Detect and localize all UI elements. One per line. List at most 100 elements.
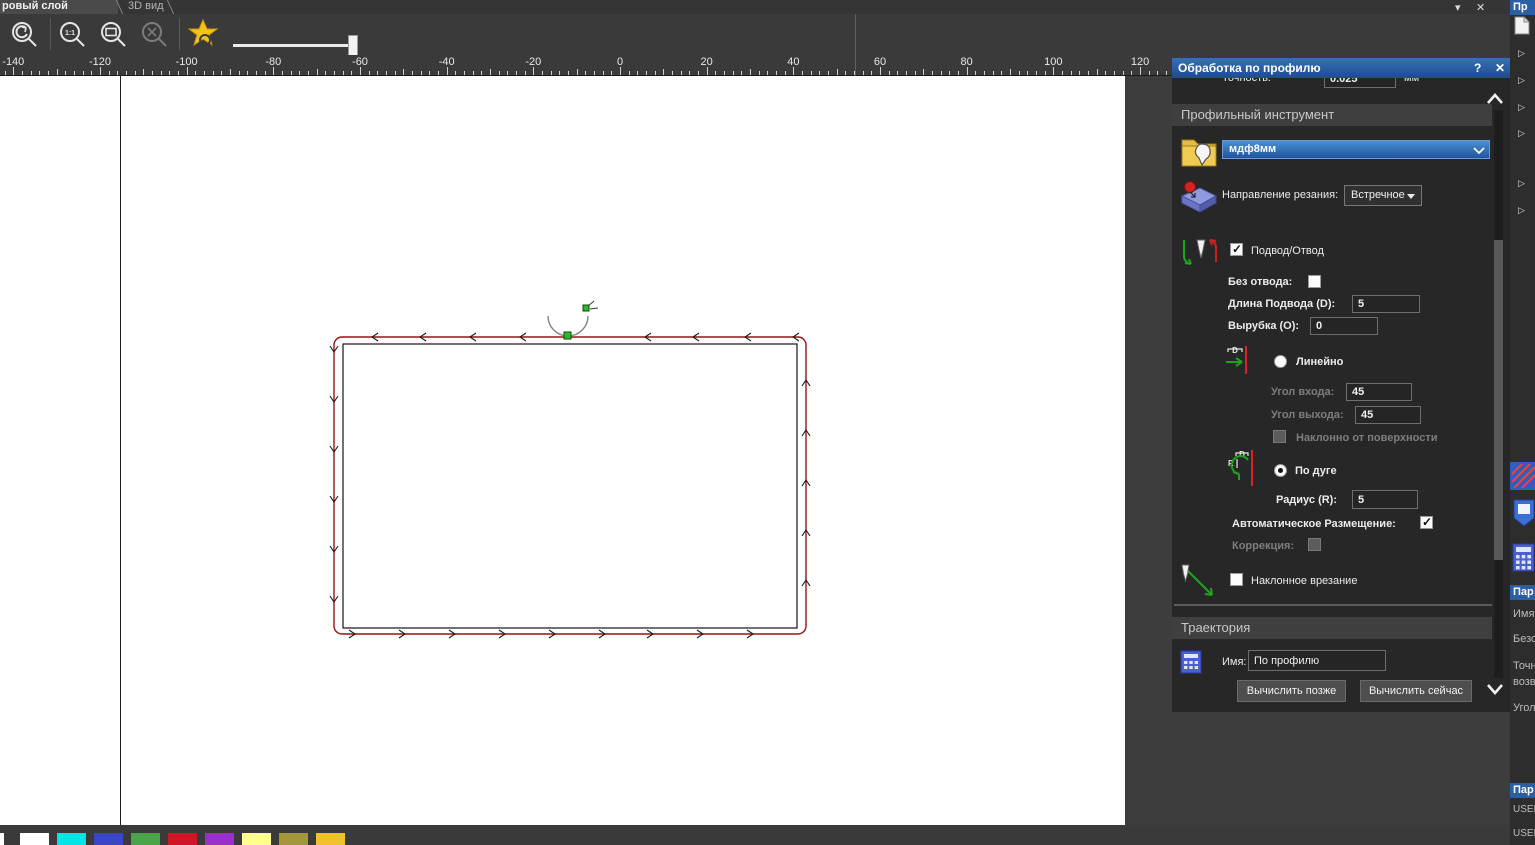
expander-icon[interactable]: ▷	[1518, 75, 1525, 86]
trajectory-name-input[interactable]	[1248, 650, 1386, 671]
clipped-label: возв	[1513, 676, 1535, 688]
svg-text:1:1: 1:1	[65, 30, 75, 37]
linear-radio[interactable]	[1274, 355, 1287, 368]
zoom-rectangle-icon[interactable]	[97, 18, 131, 52]
parameters-panel-header[interactable]: Пар	[1510, 585, 1535, 600]
ramp-checkbox[interactable]	[1230, 573, 1243, 586]
model-boundary-line	[120, 76, 121, 825]
clipped-label: Имя	[1513, 608, 1535, 620]
toolbar-split-line	[855, 14, 856, 76]
close-panel-icon[interactable]: ✕	[1495, 58, 1505, 78]
arc-label: По дуге	[1295, 465, 1337, 477]
calculate-now-button[interactable]: Вычислить сейчас	[1360, 680, 1472, 702]
zoom-slider-handle[interactable]	[348, 35, 358, 57]
calculate-later-button[interactable]: Вычислить позже	[1237, 680, 1346, 702]
tool-select[interactable]: мдф8мм	[1222, 140, 1490, 159]
color-swatch[interactable]	[279, 833, 308, 845]
toolpath-outline[interactable]	[333, 336, 807, 635]
lead-start-node[interactable]	[582, 304, 590, 312]
ramp-icon	[1178, 563, 1220, 601]
color-swatch[interactable]	[205, 833, 234, 845]
ramp-label: Наклонное врезание	[1251, 575, 1358, 587]
tool-folder-icon[interactable]	[1180, 132, 1220, 170]
document-icon[interactable]	[1514, 16, 1530, 40]
tab-3d-view[interactable]: 3D вид	[128, 0, 164, 14]
panel-divider	[1174, 604, 1492, 606]
entry-angle-input[interactable]	[1346, 383, 1412, 401]
color-swatch[interactable]	[94, 833, 123, 845]
application-window: ровый слой 3D вид ▾ ✕ 1:1 -140 -120 -100…	[0, 0, 1535, 845]
entry-point-node[interactable]	[563, 331, 572, 340]
color-swatch[interactable]	[168, 833, 197, 845]
color-swatch-partial[interactable]	[0, 833, 4, 845]
cut-direction-icon	[1176, 178, 1220, 216]
user-label: USER	[1513, 828, 1535, 839]
clipped-label: Точн	[1513, 660, 1535, 672]
user-label: USER	[1513, 804, 1535, 815]
arc-radio[interactable]	[1274, 464, 1287, 477]
panel-scrollbar-thumb[interactable]	[1494, 240, 1503, 560]
surface-incline-checkbox[interactable]	[1273, 430, 1286, 443]
zoom-1to1-icon[interactable]: 1:1	[56, 18, 90, 52]
chevron-down-icon	[1473, 147, 1485, 155]
tab-bitmap-layer[interactable]: ровый слой	[0, 0, 118, 14]
panel-scrollbar[interactable]	[1494, 110, 1503, 678]
color-palette-bar	[0, 825, 1535, 845]
close-icon[interactable]: ✕	[1476, 1, 1485, 14]
no-retract-label: Без отвода:	[1228, 276, 1293, 288]
section-trajectory: Траектория	[1172, 617, 1492, 639]
color-swatch[interactable]	[316, 833, 345, 845]
zoom-previous-icon[interactable]	[8, 18, 42, 52]
correction-checkbox[interactable]	[1308, 538, 1321, 551]
no-retract-checkbox[interactable]	[1308, 275, 1321, 288]
lead-inout-icon	[1180, 234, 1220, 274]
zoom-toolbar: 1:1	[0, 14, 1535, 57]
lead-length-input[interactable]	[1352, 295, 1420, 313]
panel-title-text: Обработка по профилю	[1178, 61, 1321, 75]
exit-angle-input[interactable]	[1355, 406, 1421, 424]
section-profile-tool: Профильный инструмент	[1172, 104, 1492, 126]
tool-panel-icon[interactable]	[1512, 498, 1535, 533]
view-tabbar: ровый слой 3D вид ▾ ✕	[0, 0, 1535, 14]
calculator-panel-icon[interactable]	[1512, 543, 1535, 578]
linear-label: Линейно	[1296, 356, 1344, 368]
parameters-panel-header-2[interactable]: Пар	[1510, 783, 1535, 798]
cut-direction-select[interactable]: Встречное	[1344, 185, 1422, 206]
auto-place-checkbox[interactable]	[1420, 515, 1433, 529]
profile-toolpath-preview[interactable]	[320, 290, 820, 655]
auto-place-label: Автоматическое Размещение:	[1232, 518, 1396, 530]
scroll-down-icon[interactable]	[1486, 682, 1504, 696]
expander-icon[interactable]: ▷	[1518, 102, 1525, 113]
calculator-icon	[1180, 650, 1202, 674]
collapse-toolbar-icon[interactable]: ▾	[1455, 1, 1461, 14]
expander-icon[interactable]: ▷	[1518, 128, 1525, 139]
cut-direction-label: Направление резания:	[1222, 189, 1339, 201]
project-panel-header[interactable]: Пр	[1510, 0, 1535, 15]
toolbar-divider	[50, 18, 51, 50]
lead-checkbox[interactable]	[1230, 242, 1243, 256]
zoom-slider-track[interactable]	[233, 44, 352, 47]
profile-machining-panel: Обработка по профилю ? ✕ Точность: мм Пр…	[1172, 58, 1510, 712]
drawing-canvas[interactable]	[0, 76, 1125, 825]
color-swatch[interactable]	[242, 833, 271, 845]
correction-label: Коррекция:	[1232, 540, 1295, 552]
color-swatch[interactable]	[57, 833, 86, 845]
vector-rectangle[interactable]	[342, 343, 798, 629]
expander-icon[interactable]: ▷	[1518, 48, 1525, 59]
color-swatch[interactable]	[131, 833, 160, 845]
surface-incline-label: Наклонно от поверхности	[1296, 432, 1438, 444]
star-zoom-tool-icon[interactable]	[187, 18, 222, 52]
hatch-tool-icon[interactable]	[1510, 462, 1535, 490]
color-swatch[interactable]	[20, 833, 49, 845]
lead-length-label: Длина Подвода (D):	[1228, 298, 1336, 310]
radius-label: Радиус (R):	[1276, 494, 1338, 506]
notch-label: Вырубка (O):	[1228, 320, 1300, 332]
panel-titlebar[interactable]: Обработка по профилю ? ✕	[1172, 58, 1510, 78]
entry-angle-label: Угол входа:	[1271, 386, 1335, 398]
notch-input[interactable]	[1310, 317, 1378, 335]
help-icon[interactable]: ?	[1474, 58, 1481, 78]
zoom-extents-icon[interactable]	[138, 18, 172, 52]
expander-icon[interactable]: ▷	[1518, 205, 1525, 216]
radius-input[interactable]	[1352, 490, 1418, 509]
expander-icon[interactable]: ▷	[1518, 178, 1525, 189]
